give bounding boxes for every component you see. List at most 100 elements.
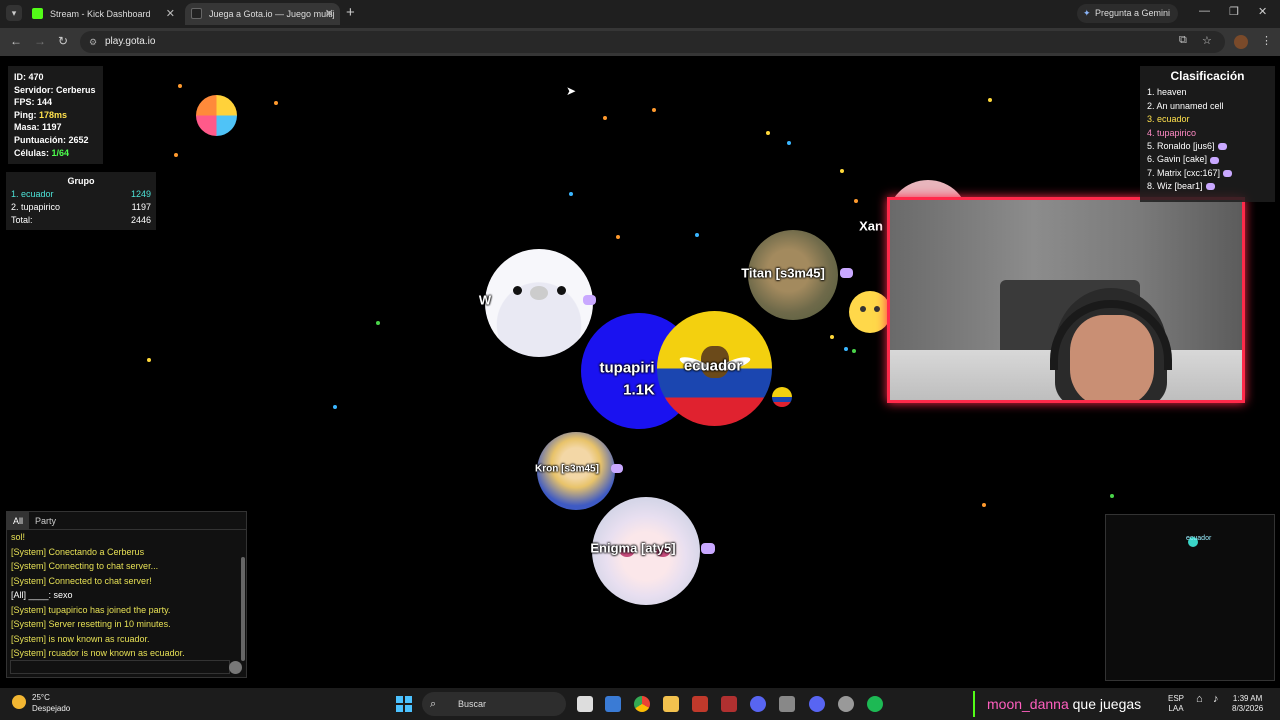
food-pellet [652,108,656,112]
chat-tabs: All Party [7,512,246,530]
walrus-eye [557,286,566,295]
file-explorer-icon[interactable] [663,696,679,712]
leaderboard-entry: 3. ecuador [1147,114,1190,125]
gemini-sparkle-icon: ✦ [1083,8,1091,18]
leaderboard-entry: 7. Matrix [cxc:167] [1147,167,1268,180]
food-pellet [376,321,380,325]
stat-fps: FPS: 144 [14,97,53,108]
tab-title: Stream - Kick Dashboard [50,9,151,19]
cell-nickname: Xan [859,218,883,234]
food-pellet [988,98,992,102]
tab-kick-dashboard[interactable]: Stream - Kick Dashboard ✕ [26,3,181,25]
chat-tab-party[interactable]: Party [29,512,62,529]
maximize-icon[interactable]: ❐ [1229,5,1239,18]
food-pellet [840,169,844,173]
food-pellet [616,235,620,239]
tab-title: Juega a Gota.io — Juego multij [209,9,335,19]
sad-face-cell [849,291,891,333]
task-view-icon[interactable] [577,696,593,712]
party-badge-icon [701,543,715,554]
face-eye [874,306,880,312]
site-info-icon[interactable]: ⚙ [89,31,97,53]
ecuador-small-cell [772,387,792,407]
game-canvas[interactable]: ➤ W tupapiri 1.1K ecuador Titan [s3m45] … [0,56,1280,688]
food-pellet [1110,494,1114,498]
food-pellet [982,503,986,507]
profile-avatar[interactable] [1234,35,1248,49]
discord-icon[interactable] [809,696,825,712]
chat-message: [System] Connecting to chat server... [11,561,159,571]
widgets-icon[interactable] [605,696,621,712]
food-pellet [830,335,834,339]
face-eye [860,306,866,312]
cell-nickname: Enigma [aty5] [590,540,676,556]
minimap-player-label: ecuador [1186,535,1212,542]
chat-input[interactable] [10,660,230,674]
cell-nickname: Kron [s3m45] [535,463,599,475]
translate-icon[interactable]: ⧉ [1179,34,1187,47]
food-pellet [147,358,151,362]
tab-close-icon[interactable]: ✕ [325,3,334,25]
gemini-button[interactable]: ✦ Pregunta a Gemini [1077,4,1179,23]
bookmark-star-icon[interactable]: ☆ [1202,34,1212,47]
language-indicator[interactable]: ESP LAA [1168,694,1184,714]
leaderboard-entry: 8. Wiz [bear1] [1147,180,1268,193]
party-group-panel: Grupo 1. ecuador 1249 2. tupapirico 1197 T… [6,172,156,230]
stat-mass: Masa: 1197 [14,122,62,133]
gamepad-icon[interactable] [779,696,795,712]
tab-gota[interactable]: Juega a Gota.io — Juego multij ✕ [185,3,340,25]
weather-condition: Despejado [32,704,71,713]
chat-tab-all[interactable]: All [7,512,30,529]
stream-chat-message: que juegas [1072,696,1142,712]
food-pellet [844,347,848,351]
kick-favicon-icon [32,8,43,19]
obs-icon[interactable] [838,696,854,712]
chat-scrollbar[interactable] [241,557,245,661]
minimap: ecuador [1105,514,1275,681]
food-pellet [178,84,182,88]
gemini-label: Pregunta a Gemini [1095,8,1171,18]
tab-close-icon[interactable]: ✕ [166,3,175,25]
minimize-icon[interactable]: — [1199,5,1210,17]
weather-widget[interactable]: 25°C Despejado [12,692,70,714]
group-member-row: 1. ecuador 1249 [11,189,151,199]
spotify-icon[interactable] [867,696,883,712]
stream-chat-overlay: moon_danna que juegas [973,691,1141,717]
food-pellet [603,116,607,120]
gota-favicon-icon [191,8,202,19]
leaderboard-entry: 1. heaven [1147,87,1187,98]
party-badge-icon [1217,143,1227,151]
more-menu-icon[interactable]: ⋮ [1261,34,1272,47]
taskbar-search[interactable]: ⌕ Buscar [422,692,566,716]
new-tab-button[interactable]: + [346,4,355,21]
chrome-icon[interactable] [634,696,650,712]
reload-icon[interactable]: ↻ [58,34,68,48]
food-pellet [787,141,791,145]
food-pellet [274,101,278,105]
close-window-icon[interactable]: ✕ [1258,5,1267,18]
stats-panel: ID: 470 Servidor: Cerberus FPS: 144 Ping… [8,66,103,164]
party-badge-icon [1210,156,1220,164]
app-icon[interactable] [721,696,737,712]
party-badge-icon [1223,169,1233,177]
app-icon[interactable] [692,696,708,712]
cell-nickname: W [478,292,492,308]
leaderboard-panel: Clasificación 1. heaven 2. An unnamed ce… [1140,66,1275,202]
network-icon[interactable]: ⌂ [1196,694,1203,705]
app-icon[interactable] [750,696,766,712]
windows-start-icon[interactable] [396,696,412,712]
emoji-picker-icon[interactable] [229,661,242,674]
volume-icon[interactable]: ♪ [1213,694,1219,705]
browser-tab-bar: ▾ Stream - Kick Dashboard ✕ Juega a Gota… [0,0,1280,28]
food-pellet [174,153,178,157]
search-icon: ⌕ [430,698,437,710]
address-bar[interactable]: ⚙ play.gota.io [80,31,1225,53]
stat-server: Servidor: Cerberus [14,84,96,95]
chat-message: sol! [11,532,26,542]
forward-icon[interactable]: → [34,34,46,48]
chat-panel: All Party sol! [System] Conectando a Cer… [6,511,247,678]
clock[interactable]: 1:39 AM 8/3/2026 [1232,694,1263,714]
back-icon[interactable]: ← [10,34,22,48]
party-badge-icon [840,268,853,278]
tab-search-menu-button[interactable]: ▾ [6,5,22,21]
